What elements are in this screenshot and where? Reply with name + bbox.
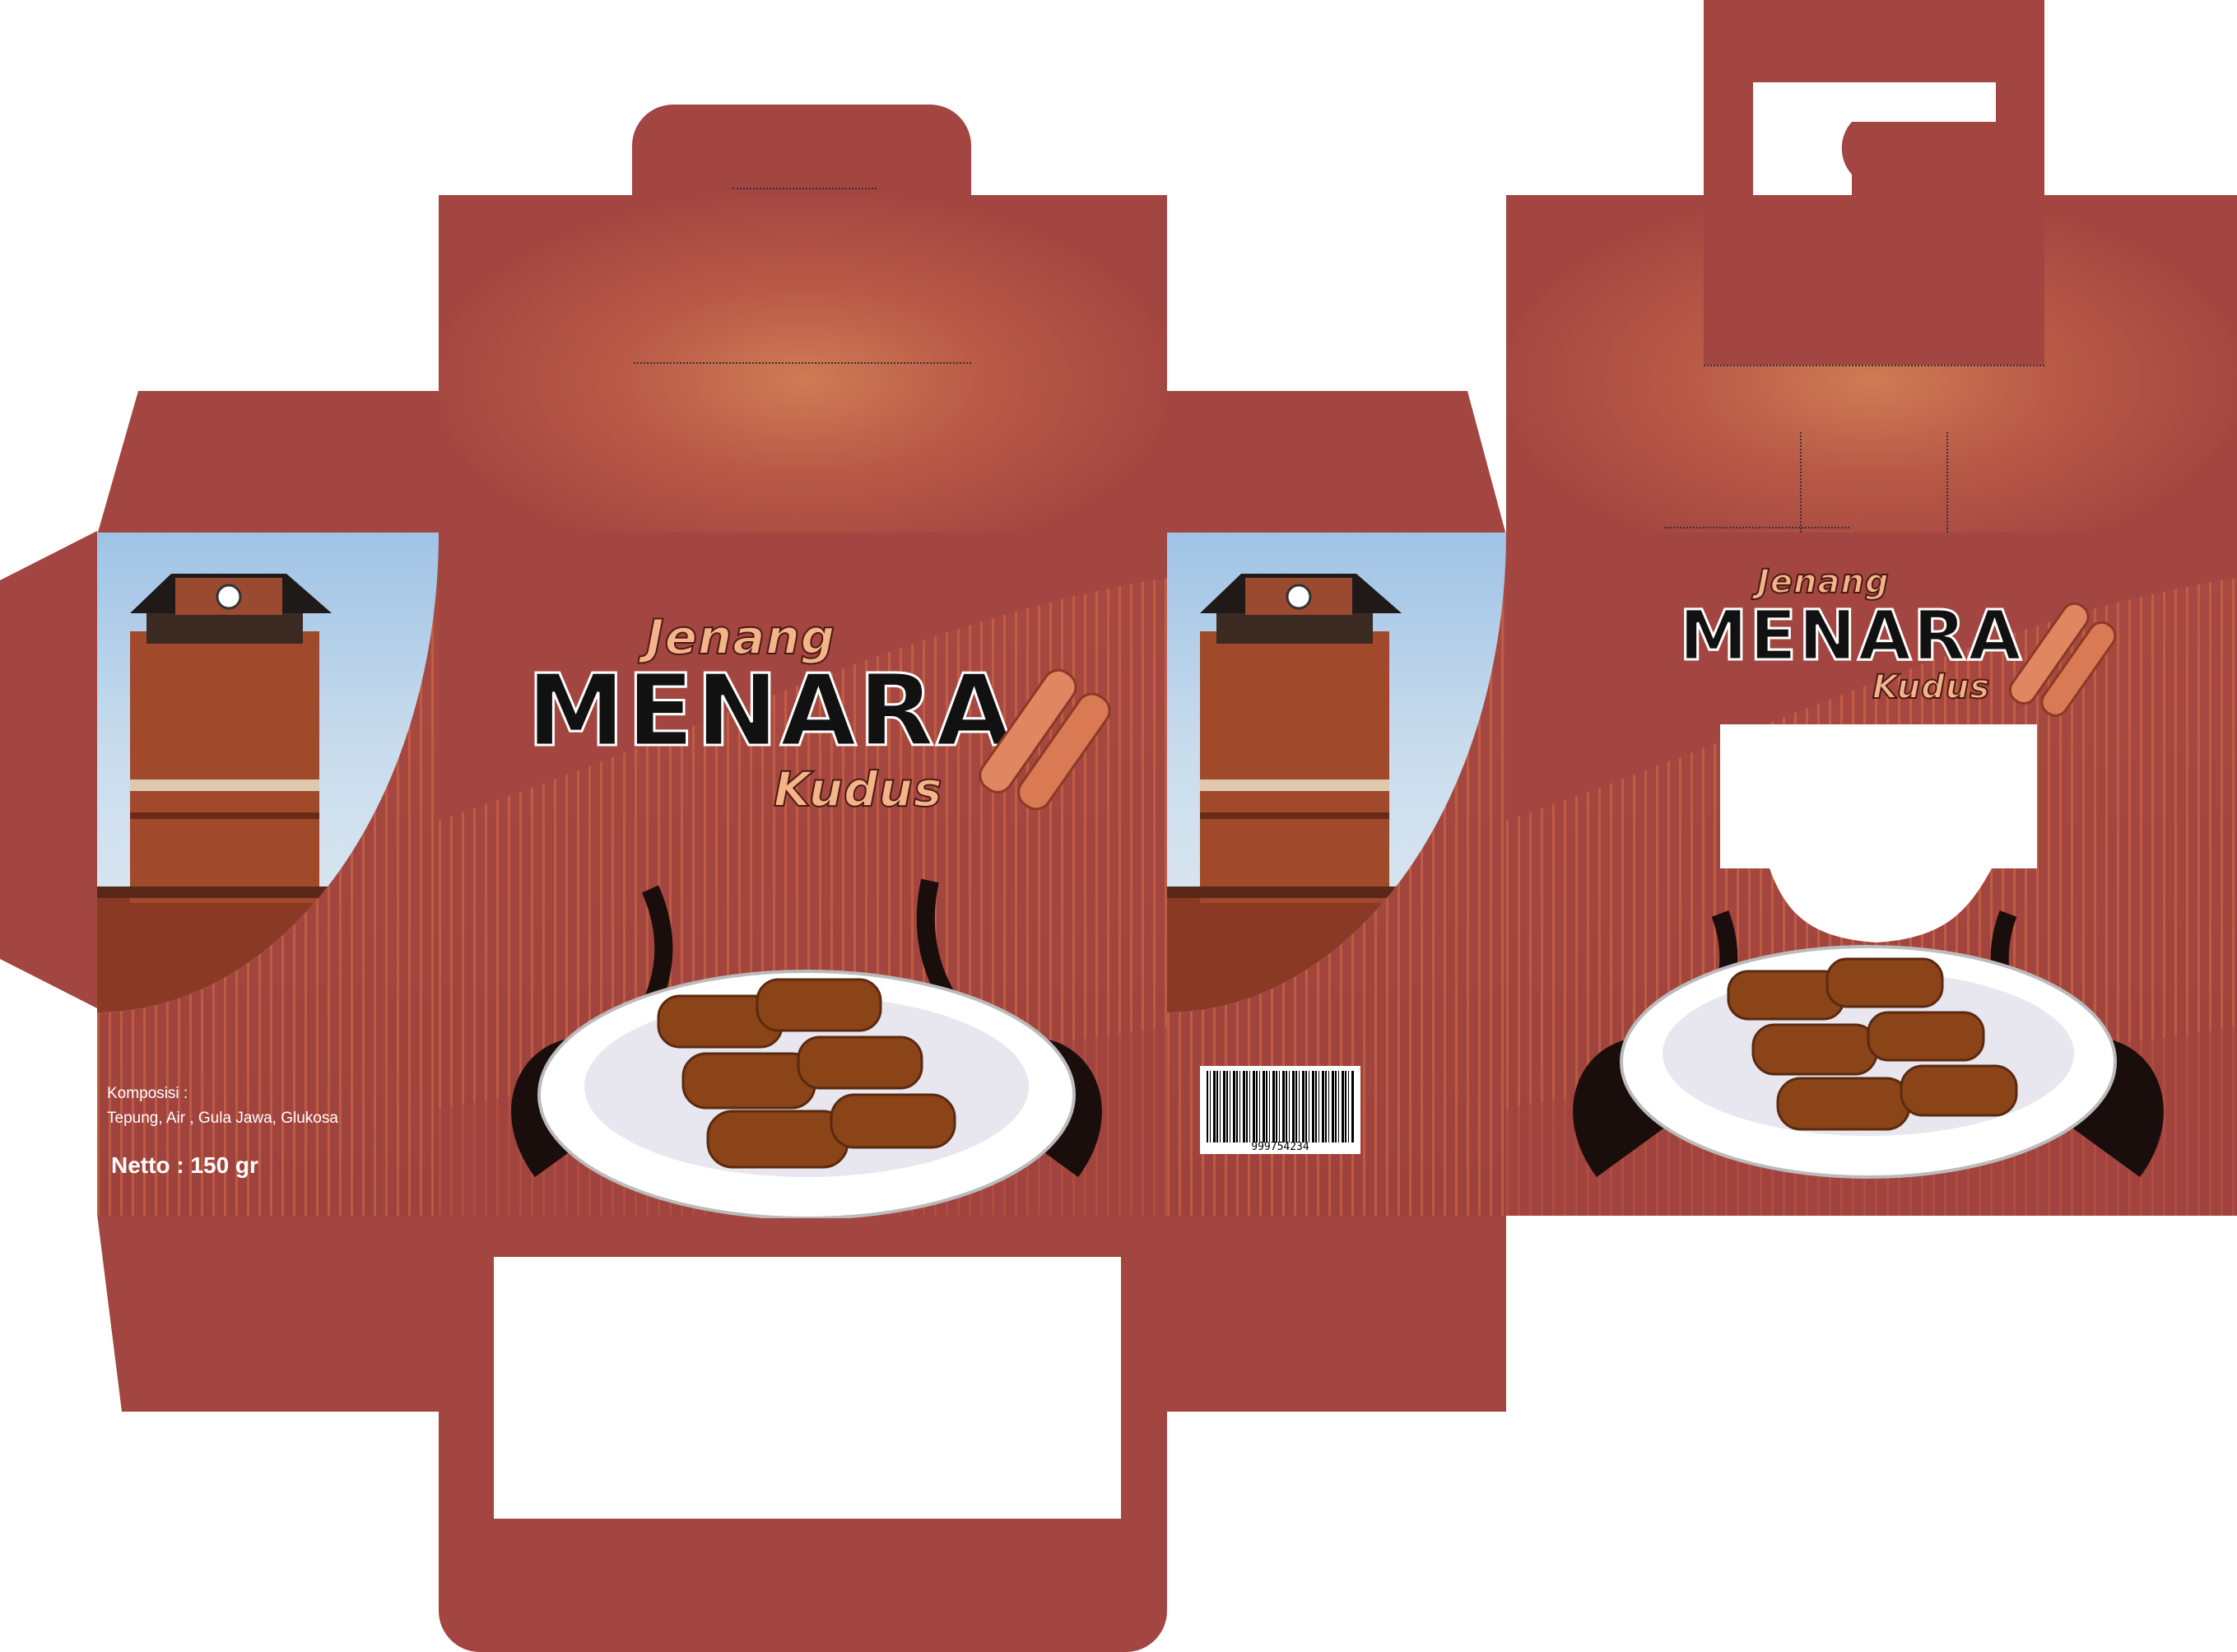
glue-flap <box>0 531 97 1008</box>
net-weight: Netto : 150 gr <box>111 1152 258 1178</box>
left-side-top-flap <box>97 391 439 535</box>
front-logo-kudus: Kudus <box>773 761 943 818</box>
front-top-panel <box>439 195 1167 533</box>
back-logo-menara: MENARA <box>1678 594 2023 677</box>
left-side-bottom-flap <box>97 1214 439 1412</box>
composition-label: Komposisi : <box>107 1085 188 1102</box>
front-logo-menara: MENARA <box>526 654 1014 770</box>
barcode-number: 999754234 <box>1251 1140 1309 1153</box>
front-bottom-tuck-flap <box>439 1519 1167 1652</box>
barcode-bars <box>1207 1071 1354 1142</box>
right-side-top-flap <box>1167 391 1506 535</box>
hanger-tab-lower <box>1704 195 2044 365</box>
fold-line <box>634 362 971 364</box>
front-plate-illustration <box>511 878 1102 1218</box>
jenang-roll-icon <box>2008 602 2117 717</box>
right-side-bottom-flap <box>1167 1214 1506 1412</box>
back-plate-illustration <box>1573 910 2164 1179</box>
front-top-tuck-flap <box>632 105 971 195</box>
composition-value: Tepung, Air , Gula Jawa, Glukosa <box>107 1110 338 1127</box>
barcode: 999754234 <box>1200 1066 1360 1154</box>
front-bottom-cutout <box>494 1257 1121 1520</box>
back-logo-kudus: Kudus <box>1872 668 1991 707</box>
fold-line <box>732 188 877 189</box>
jenang-roll-icon <box>979 668 1111 811</box>
fold-line <box>1704 365 2044 366</box>
fold-line <box>1664 527 1849 528</box>
